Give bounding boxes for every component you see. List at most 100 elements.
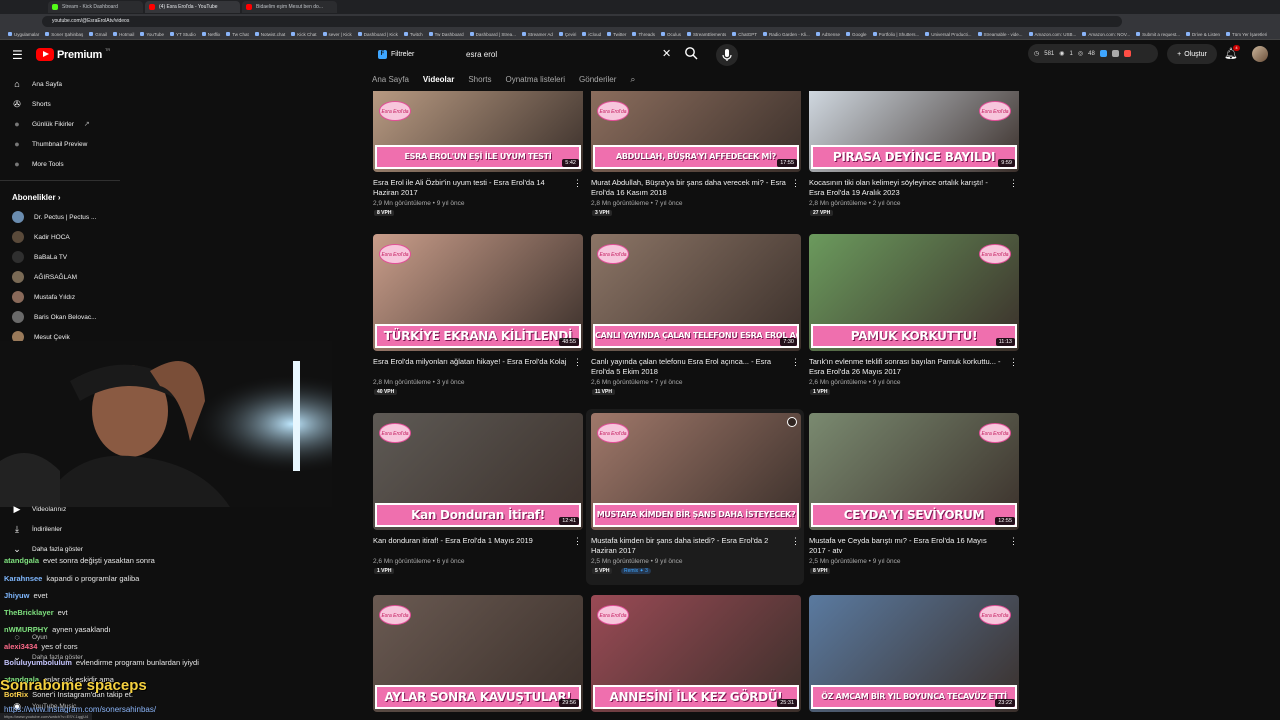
bookmark-item[interactable]: Amazon.com: NOV... (1082, 32, 1130, 37)
browser-tab[interactable]: Bidaelim eşim Mesut ben do... (242, 1, 337, 13)
video-card[interactable]: Esra Erol'da ÖZ AMCAM BİR YIL BOYUNCA TEC… (809, 595, 1021, 712)
video-thumbnail[interactable]: Esra Erol'da CANLI YAYINDA ÇALAN TELEFONU… (591, 234, 801, 351)
browser-tab-active[interactable]: (4) Esra Erol'da - YouTube (145, 1, 240, 13)
sidebar-channel[interactable]: BaBaLa TV (12, 249, 67, 265)
chat-username[interactable]: TheBricklayer (4, 608, 54, 617)
video-title[interactable]: Esra Erol'da milyonları ağlatan hikaye! … (373, 357, 569, 367)
video-card[interactable]: Esra Erol'da PIRASA DEYİNCE BAYILDI 9:59 Ko… (809, 55, 1021, 216)
bookmark-item[interactable]: Submit a request... (1136, 32, 1180, 37)
bookmark-item[interactable]: Twitter (607, 32, 626, 37)
bookmark-item[interactable]: Çeviri (559, 32, 577, 37)
bookmark-item[interactable]: StreamElements (687, 32, 726, 37)
video-title[interactable]: Tarık'ın evlenme teklifi sonrası bayılan… (809, 357, 1005, 377)
account-avatar[interactable] (1252, 46, 1268, 62)
extension-icon[interactable] (1111, 50, 1119, 57)
video-card[interactable]: Esra Erol'da CANLI YAYINDA ÇALAN TELEFONU… (591, 234, 803, 395)
menu-icon[interactable]: ☰ (12, 48, 23, 62)
video-card[interactable]: Esra Erol'da ABDULLAH, BÜŞRA'YI AFFEDECEK… (591, 55, 803, 216)
video-card[interactable]: Esra Erol'da TÜRKİYE EKRANA KİLİTLENDİ 48:… (373, 234, 585, 395)
bookmark-item[interactable]: Twitch (404, 32, 423, 37)
bookmark-item[interactable]: sever | Kick (323, 32, 352, 37)
sidebar-channel[interactable]: Dr. Pectus | Pectus ... (12, 209, 96, 225)
video-title[interactable]: Kan donduran itiraf! - Esra Erol'da 1 Ma… (373, 536, 569, 546)
bookmark-item[interactable]: Tüm Yer İşaretleri (1226, 32, 1267, 37)
bookmark-item[interactable]: Dashboard | Kick (358, 32, 398, 37)
bookmark-item[interactable]: Drive & Listen (1186, 32, 1220, 37)
video-card[interactable]: Esra Erol'da Kan Donduran İtiraf! 12:41 Kan… (373, 413, 585, 574)
extension-icon[interactable] (1123, 50, 1131, 57)
sidebar-item-home[interactable]: ⌂ Ana Sayfa (12, 76, 62, 92)
more-options-icon[interactable]: ⋮ (1009, 178, 1018, 189)
subscriptions-heading[interactable]: Abonelikler › (12, 193, 60, 202)
bookmark-item[interactable]: Tw Dashboard (429, 32, 464, 37)
bookmark-item[interactable]: Dashboard | Strea... (470, 32, 516, 37)
video-card[interactable]: Esra Erol'da PAMUK KORKUTTU! 11:13 Tarık'ın… (809, 234, 1021, 395)
video-card[interactable]: Esra Erol'da AYLAR SONRA KAVUŞTULAR! 29:56 (373, 595, 585, 712)
bookmark-item[interactable]: Streamer Ad (522, 32, 553, 37)
video-title[interactable]: Esra Erol ile Ali Özbir'in uyum testi - … (373, 178, 569, 198)
bookmark-item[interactable]: YT Studio (170, 32, 196, 37)
chat-username[interactable]: Jhiyuw (4, 591, 29, 600)
create-button[interactable]: + Oluştur (1167, 44, 1217, 64)
sidebar-show-more[interactable]: ⌄ Daha fazla göster (12, 541, 83, 557)
sidebar-item-more-tools[interactable]: ● More Tools (12, 156, 63, 172)
video-thumbnail[interactable]: Esra Erol'da PIRASA DEYİNCE BAYILDI 9:59 (809, 91, 1019, 172)
more-options-icon[interactable]: ⋮ (573, 536, 582, 547)
sidebar-item-daily-ideas[interactable]: ● Günlük Fikirler ↗ (12, 116, 90, 132)
video-card[interactable]: Esra Erol'da MUSTAFA KİMDEN BİR ŞANS DAHA… (591, 413, 803, 574)
video-title[interactable]: Mustafa ve Ceyda barıştı mı? - Esra Erol… (809, 536, 1005, 556)
video-thumbnail[interactable]: Esra Erol'da Kan Donduran İtiraf! 12:41 (373, 413, 583, 530)
chat-username[interactable]: nWMURPHY (4, 625, 48, 634)
video-title[interactable]: Mustafa kimden bir şans daha istedi? - E… (591, 536, 787, 556)
video-title[interactable]: Murat Abdullah, Büşra'ya bir şans daha v… (591, 178, 787, 198)
sidebar-channel[interactable]: Mustafa Yıldız (12, 289, 75, 305)
bookmark-item[interactable]: Uygulamalar (8, 32, 39, 37)
more-options-icon[interactable]: ⋮ (573, 178, 582, 189)
chat-username[interactable]: Boluluyumbolulum (4, 658, 72, 667)
remix-badge[interactable]: Remix ✦ 3 (621, 568, 651, 574)
video-thumbnail[interactable]: Esra Erol'da ANNESİNİ İLK KEZ GÖRDÜ! 25:31 (591, 595, 801, 712)
bookmark-item[interactable]: Tw Chat (226, 32, 249, 37)
bookmark-item[interactable]: iCloud (582, 32, 601, 37)
bookmark-item[interactable]: Kick Chat (291, 32, 316, 37)
sidebar-item-thumbnail-preview[interactable]: ● Thumbnail Preview (12, 136, 87, 152)
extension-icon[interactable] (1099, 50, 1107, 57)
bookmark-item[interactable]: Gmail (89, 32, 107, 37)
bookmark-item[interactable]: Soner Şahinbaş (45, 32, 83, 37)
video-thumbnail[interactable]: Esra Erol'da MUSTAFA KİMDEN BİR ŞANS DAHA… (591, 413, 801, 530)
youtube-logo[interactable]: Premium TR (36, 47, 110, 61)
bookmark-item[interactable]: Notwist.chat (255, 32, 286, 37)
video-title[interactable]: Canlı yayında çalan telefonu Esra Erol a… (591, 357, 787, 377)
video-thumbnail[interactable]: Esra Erol'da ESRA EROL'UN EŞİ İLE UYUM TE… (373, 91, 583, 172)
bookmark-item[interactable]: Universal Producti... (925, 32, 971, 37)
sidebar-channel[interactable]: Baris Okan Belovac... (12, 309, 97, 325)
video-thumbnail[interactable]: Esra Erol'da ABDULLAH, BÜŞRA'YI AFFEDECEK… (591, 91, 801, 172)
video-card[interactable]: Esra Erol'da CEYDA'YI SEVİYORUM 12:55 Musta… (809, 413, 1021, 574)
video-thumbnail[interactable]: Esra Erol'da PAMUK KORKUTTU! 11:13 (809, 234, 1019, 351)
video-card[interactable]: Esra Erol'da ESRA EROL'UN EŞİ İLE UYUM TE… (373, 55, 585, 216)
sidebar-channel[interactable]: Kadir HOCA (12, 229, 70, 245)
video-thumbnail[interactable]: Esra Erol'da CEYDA'YI SEVİYORUM 12:55 (809, 413, 1019, 530)
chat-username[interactable]: atandgala (4, 556, 39, 565)
sidebar-item-shorts[interactable]: ✇ Shorts (12, 96, 51, 112)
bookmark-item[interactable]: AdSense (816, 32, 840, 37)
more-options-icon[interactable]: ⋮ (791, 536, 800, 547)
chat-username[interactable]: alexi3434 (4, 642, 37, 651)
more-options-icon[interactable]: ⋮ (791, 357, 800, 368)
bookmark-item[interactable]: Google (846, 32, 867, 37)
video-card[interactable]: Esra Erol'da ANNESİNİ İLK KEZ GÖRDÜ! 25:31 (591, 595, 803, 712)
more-options-icon[interactable]: ⋮ (1009, 536, 1018, 547)
bookmark-item[interactable]: Streamable - vide... (978, 32, 1023, 37)
bookmark-item[interactable]: Portfolio | Shutters... (873, 32, 920, 37)
video-thumbnail[interactable]: Esra Erol'da ÖZ AMCAM BİR YIL BOYUNCA TEC… (809, 595, 1019, 712)
video-thumbnail[interactable]: Esra Erol'da AYLAR SONRA KAVUŞTULAR! 29:56 (373, 595, 583, 712)
more-options-icon[interactable]: ⋮ (573, 357, 582, 368)
bookmark-item[interactable]: Threads (632, 32, 655, 37)
video-title[interactable]: Kocasının tiki olan kelimeyi söyleyince … (809, 178, 1005, 198)
address-bar[interactable]: youtube.com/@EsraErolAtv/videos (42, 16, 1122, 27)
bookmark-item[interactable]: ChatGPT (732, 32, 757, 37)
sidebar-item-your-videos[interactable]: ▶ Videolarınız (12, 501, 67, 517)
video-thumbnail[interactable]: Esra Erol'da TÜRKİYE EKRANA KİLİTLENDİ 48:… (373, 234, 583, 351)
browser-tab[interactable]: Stream - Kick Dashboard (48, 1, 143, 13)
bookmark-item[interactable]: Hotmail (113, 32, 134, 37)
